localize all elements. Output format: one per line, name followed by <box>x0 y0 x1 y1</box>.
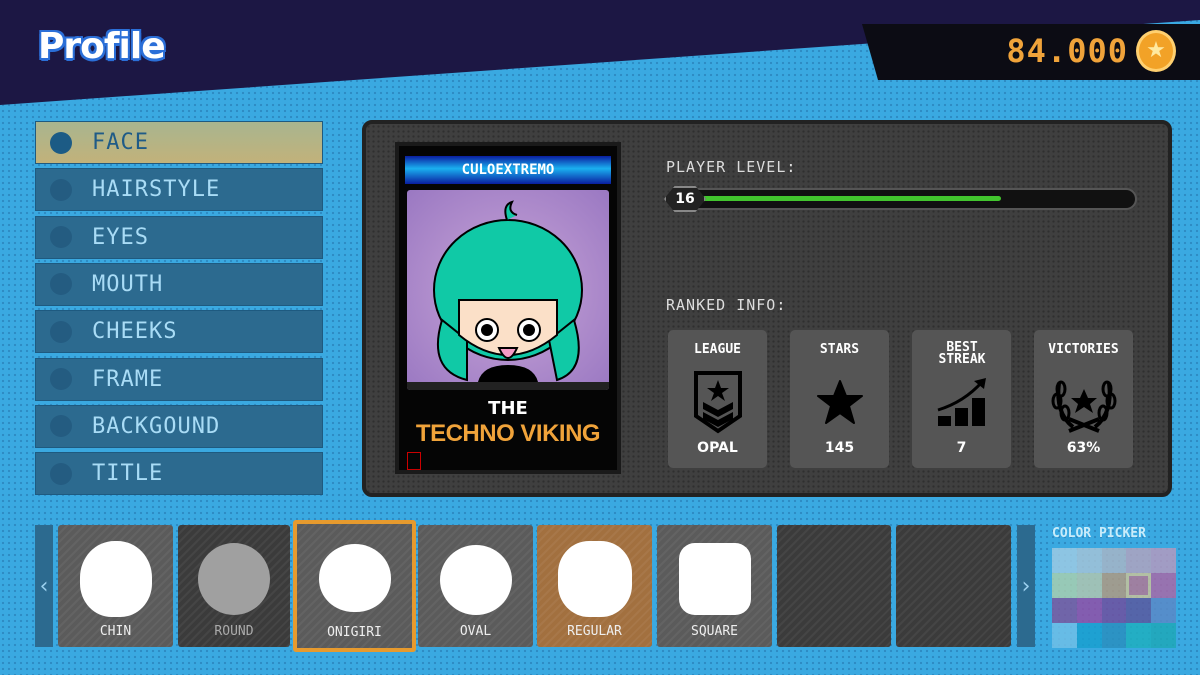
player-name: CULOEXTREMO <box>405 156 611 184</box>
chevron-right-icon: › <box>1021 573 1031 599</box>
face-option-label: ROUND <box>214 624 254 639</box>
face-shape-icon <box>557 541 632 617</box>
sidebar-item-face[interactable]: FACE <box>35 121 323 164</box>
face-shape-icon <box>318 544 391 612</box>
color-swatch[interactable] <box>1052 623 1077 648</box>
stat-value: 7 <box>956 440 967 456</box>
sidebar-item-label: CHEEKS <box>92 319 178 345</box>
player-level-label: PLAYER LEVEL: <box>666 158 797 176</box>
color-swatch[interactable] <box>1076 573 1102 598</box>
card-title: TECHNO VIKING <box>415 420 601 447</box>
star-coin-icon: ★ <box>1136 30 1176 72</box>
eyes-icon <box>50 226 72 249</box>
laurel-icon <box>1034 372 1133 433</box>
sidebar-item-label: FRAME <box>92 366 164 392</box>
face-shape-icon <box>439 545 512 615</box>
streak-chart-icon <box>912 372 1011 432</box>
color-swatch[interactable] <box>1052 548 1077 573</box>
player-card: CULOEXTREMO THE TECHNO VIKING <box>395 142 621 474</box>
sidebar-item-label: MOUTH <box>92 271 164 297</box>
color-swatch[interactable] <box>1151 623 1176 648</box>
stat-victories: VICTORIES 63% <box>1034 330 1133 468</box>
face-option-label: CHIN <box>99 624 132 639</box>
sidebar-item-label: HAIRSTYLE <box>92 177 221 203</box>
color-swatch[interactable] <box>1052 598 1077 623</box>
face-option-round[interactable]: ROUND <box>178 525 290 647</box>
color-swatch[interactable] <box>1076 548 1102 573</box>
color-swatch[interactable] <box>1126 573 1152 598</box>
face-option-square[interactable]: SQUARE <box>657 525 772 647</box>
color-swatch[interactable] <box>1151 598 1176 623</box>
color-swatch[interactable] <box>1151 573 1176 598</box>
face-option-label: REGULAR <box>567 624 622 639</box>
sidebar-item-backgound[interactable]: BACKGOUND <box>35 404 323 448</box>
color-swatch[interactable] <box>1076 623 1102 648</box>
star-icon <box>790 372 889 432</box>
color-swatch[interactable] <box>1101 573 1127 598</box>
face-option-onigiri[interactable]: ONIGIRI <box>293 520 416 652</box>
sidebar-item-label: BACKGOUND <box>92 413 221 439</box>
hairstyle-icon <box>50 178 72 201</box>
ranked-info-label: RANKED INFO: <box>666 296 787 314</box>
stat-league: LEAGUE OPAL <box>668 330 767 468</box>
stat-label: BEST STREAK <box>938 340 986 367</box>
stat-stars: STARS 145 <box>790 330 889 468</box>
scroll-right-button[interactable]: › <box>1017 525 1035 647</box>
color-picker-grid <box>1052 548 1176 648</box>
sidebar-item-label: TITLE <box>92 461 164 487</box>
backgound-icon <box>50 415 72 438</box>
sidebar-item-hairstyle[interactable]: HAIRSTYLE <box>35 168 323 212</box>
scroll-left-button[interactable]: ‹ <box>35 525 53 647</box>
face-option-oval[interactable]: OVAL <box>418 525 533 647</box>
sidebar-item-eyes[interactable]: EYES <box>35 215 323 259</box>
color-picker-label: COLOR PICKER <box>1052 526 1146 541</box>
stamp-icon <box>407 452 421 470</box>
face-icon <box>50 131 72 154</box>
face-option-regular[interactable]: REGULAR <box>537 525 652 647</box>
color-swatch[interactable] <box>1126 598 1152 623</box>
sidebar-item-frame[interactable]: FRAME <box>35 357 323 401</box>
stat-value: 145 <box>824 440 855 456</box>
avatar <box>407 190 609 390</box>
face-option-label: SQUARE <box>691 624 738 639</box>
color-swatch[interactable] <box>1052 573 1077 598</box>
color-swatch[interactable] <box>1151 548 1176 573</box>
stat-label: VICTORIES <box>1048 342 1119 357</box>
league-badge-icon <box>668 371 767 434</box>
color-swatch[interactable] <box>1126 548 1152 573</box>
level-progress-bar <box>680 188 1137 210</box>
color-swatch[interactable] <box>1101 598 1127 623</box>
chevron-left-icon: ‹ <box>39 573 49 599</box>
face-option-label: OVAL <box>459 624 492 639</box>
mouth-icon <box>50 273 72 296</box>
stat-label: STARS <box>819 342 860 357</box>
stat-value: 63% <box>1066 440 1101 456</box>
face-option-label: ONIGIRI <box>327 625 382 640</box>
title-icon <box>50 462 72 485</box>
sidebar-item-label: FACE <box>92 130 149 155</box>
color-swatch[interactable] <box>1076 598 1102 623</box>
stat-best-streak: BEST STREAK 7 <box>912 330 1011 468</box>
face-option-empty[interactable] <box>896 525 1011 647</box>
color-swatch[interactable] <box>1101 548 1127 573</box>
sidebar-item-mouth[interactable]: MOUTH <box>35 262 323 306</box>
color-swatch[interactable] <box>1126 623 1152 648</box>
level-progress-fill <box>702 196 1001 201</box>
sidebar-item-cheeks[interactable]: CHEEKS <box>35 310 323 354</box>
face-shape-icon <box>79 541 152 617</box>
stat-value: OPAL <box>697 440 738 456</box>
face-option-empty[interactable] <box>777 525 891 647</box>
coin-balance: 84.000 <box>1006 32 1128 70</box>
cheeks-icon <box>50 320 72 343</box>
sidebar-item-title[interactable]: TITLE <box>35 452 323 496</box>
card-title-prefix: THE <box>488 398 528 419</box>
face-shape-icon <box>678 543 751 615</box>
color-swatch[interactable] <box>1101 623 1127 648</box>
face-option-chin[interactable]: CHIN <box>58 525 173 647</box>
sidebar-item-label: EYES <box>92 224 149 250</box>
stat-label: LEAGUE <box>694 342 741 357</box>
frame-icon <box>50 368 72 390</box>
face-shape-icon <box>198 543 270 615</box>
page-title: Profile <box>38 26 166 67</box>
